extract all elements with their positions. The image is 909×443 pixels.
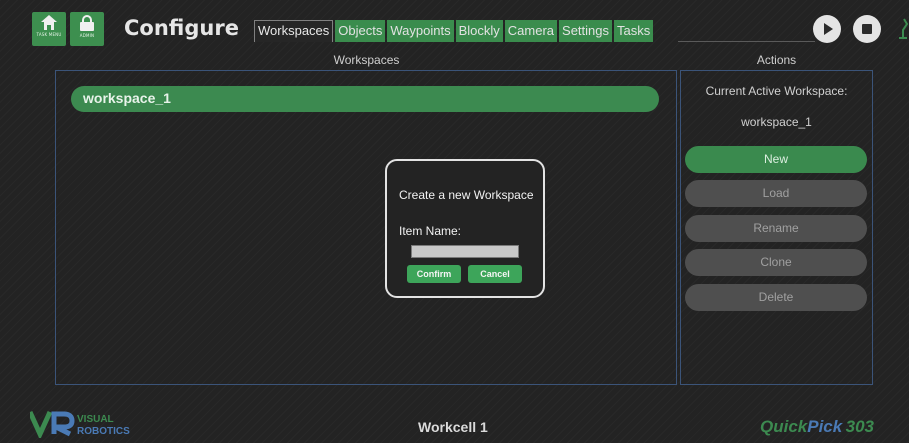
logo-line-2: ROBOTICS (77, 426, 130, 437)
load-button[interactable]: Load (685, 180, 867, 207)
item-name-input[interactable] (411, 245, 519, 258)
current-workspace-value: workspace_1 (741, 115, 812, 129)
home-icon (41, 15, 57, 30)
tab-underline (678, 41, 815, 42)
product-name-part1: Quick (760, 417, 808, 436)
stop-icon (862, 24, 872, 34)
admin-button[interactable]: ADMIN (70, 12, 104, 46)
workspaces-panel (55, 70, 677, 385)
page-title: Configure (124, 16, 239, 40)
tab-camera[interactable]: Camera (504, 20, 558, 42)
stop-button[interactable] (853, 15, 881, 43)
new-workspace-dialog: Create a new Workspace Item Name: Confir… (385, 159, 545, 298)
product-name-part2: Pick (807, 417, 843, 436)
new-button[interactable]: New (685, 146, 867, 173)
tab-settings[interactable]: Settings (559, 20, 613, 42)
task-menu-button[interactable]: TASK MENU (32, 12, 66, 46)
workcell-label: Workcell 1 (418, 419, 488, 435)
clone-button[interactable]: Clone (685, 249, 867, 276)
tab-bar: Workspaces Objects Waypoints Blockly Cam… (254, 20, 654, 42)
visual-robotics-logo: VISUAL ROBOTICS (30, 410, 130, 438)
dialog-title: Create a new Workspace (399, 188, 534, 202)
confirm-button[interactable]: Confirm (407, 265, 461, 283)
play-icon (824, 23, 833, 35)
task-menu-label: TASK MENU (36, 32, 62, 37)
delete-button[interactable]: Delete (685, 284, 867, 311)
logo-line-1: VISUAL (77, 414, 114, 425)
rename-button[interactable]: Rename (685, 215, 867, 242)
tab-objects[interactable]: Objects (335, 20, 386, 42)
tab-waypoints[interactable]: Waypoints (387, 20, 454, 42)
tab-workspaces[interactable]: Workspaces (254, 20, 334, 42)
robot-arm-icon[interactable] (898, 16, 909, 40)
tab-blockly[interactable]: Blockly (455, 20, 503, 42)
item-name-label: Item Name: (399, 224, 462, 238)
current-workspace-label: Current Active Workspace: (705, 84, 848, 98)
product-name-part3: 303 (845, 417, 875, 436)
play-button[interactable] (813, 15, 841, 43)
actions-heading: Actions (756, 53, 797, 67)
workspace-list-item[interactable]: workspace_1 (71, 86, 659, 112)
cancel-button[interactable]: Cancel (468, 265, 522, 283)
tab-tasks[interactable]: Tasks (614, 20, 654, 42)
top-bar: TASK MENU ADMIN Configure Workspaces Obj… (0, 0, 909, 48)
lock-icon (79, 15, 95, 31)
admin-label: ADMIN (79, 33, 95, 38)
workspace-name: workspace_1 (83, 90, 171, 106)
workspaces-heading: Workspaces (333, 53, 400, 67)
product-name: QuickPick 303 (760, 417, 874, 437)
